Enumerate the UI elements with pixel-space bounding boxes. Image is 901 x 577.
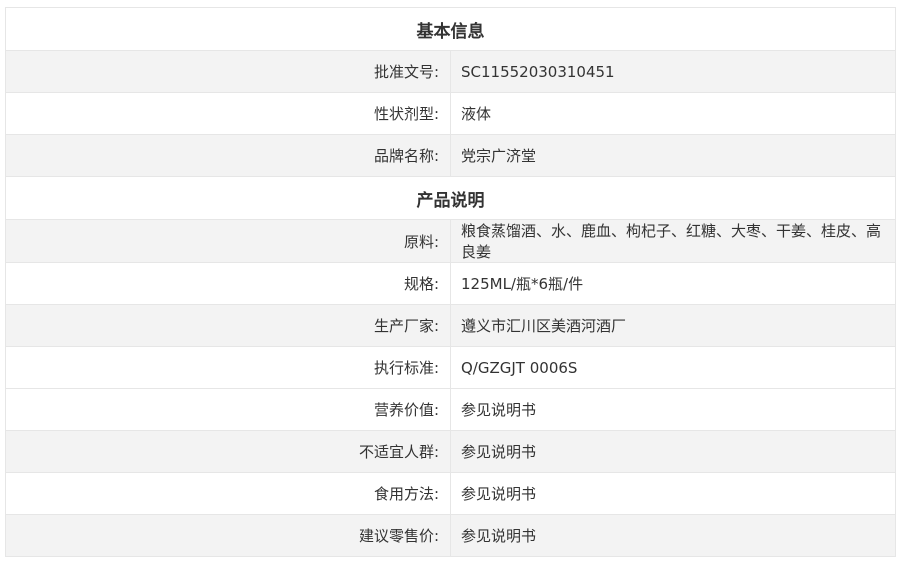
row-value: SC11552030310451 [450, 50, 896, 93]
row-value: 粮食蒸馏酒、水、鹿血、枸杞子、红糖、大枣、干姜、桂皮、高良姜 [450, 219, 896, 263]
table-row: 生产厂家: 遵义市汇川区美酒河酒厂 [5, 304, 896, 347]
row-label: 执行标准: [5, 346, 451, 389]
table-row: 营养价值: 参见说明书 [5, 388, 896, 431]
row-label: 批准文号: [5, 50, 451, 93]
table-row: 建议零售价: 参见说明书 [5, 514, 896, 557]
table-row: 原料: 粮食蒸馏酒、水、鹿血、枸杞子、红糖、大枣、干姜、桂皮、高良姜 [5, 219, 896, 263]
table-row: 食用方法: 参见说明书 [5, 472, 896, 515]
row-value: 参见说明书 [450, 514, 896, 557]
row-value: 液体 [450, 92, 896, 135]
row-label: 建议零售价: [5, 514, 451, 557]
product-info-table: 基本信息 批准文号: SC11552030310451 性状剂型: 液体 品牌名… [5, 7, 896, 557]
table-row: 品牌名称: 党宗广济堂 [5, 134, 896, 177]
table-row: 不适宜人群: 参见说明书 [5, 430, 896, 473]
row-label: 规格: [5, 262, 451, 305]
row-value: 参见说明书 [450, 388, 896, 431]
row-label: 生产厂家: [5, 304, 451, 347]
section-header-description: 产品说明 [5, 176, 896, 220]
row-label: 不适宜人群: [5, 430, 451, 473]
row-value: 125ML/瓶*6瓶/件 [450, 262, 896, 305]
row-label: 营养价值: [5, 388, 451, 431]
row-value: 党宗广济堂 [450, 134, 896, 177]
table-row: 规格: 125ML/瓶*6瓶/件 [5, 262, 896, 305]
row-label: 性状剂型: [5, 92, 451, 135]
row-value: Q/GZGJT 0006S [450, 346, 896, 389]
row-label: 食用方法: [5, 472, 451, 515]
row-value: 参见说明书 [450, 430, 896, 473]
row-value: 参见说明书 [450, 472, 896, 515]
section-title: 基本信息 [5, 7, 896, 51]
section-title: 产品说明 [5, 176, 896, 220]
table-row: 执行标准: Q/GZGJT 0006S [5, 346, 896, 389]
table-row: 批准文号: SC11552030310451 [5, 50, 896, 93]
section-header-basic: 基本信息 [5, 7, 896, 51]
product-info-container: 基本信息 批准文号: SC11552030310451 性状剂型: 液体 品牌名… [5, 7, 896, 557]
row-label: 原料: [5, 219, 451, 263]
row-label: 品牌名称: [5, 134, 451, 177]
table-row: 性状剂型: 液体 [5, 92, 896, 135]
row-value: 遵义市汇川区美酒河酒厂 [450, 304, 896, 347]
